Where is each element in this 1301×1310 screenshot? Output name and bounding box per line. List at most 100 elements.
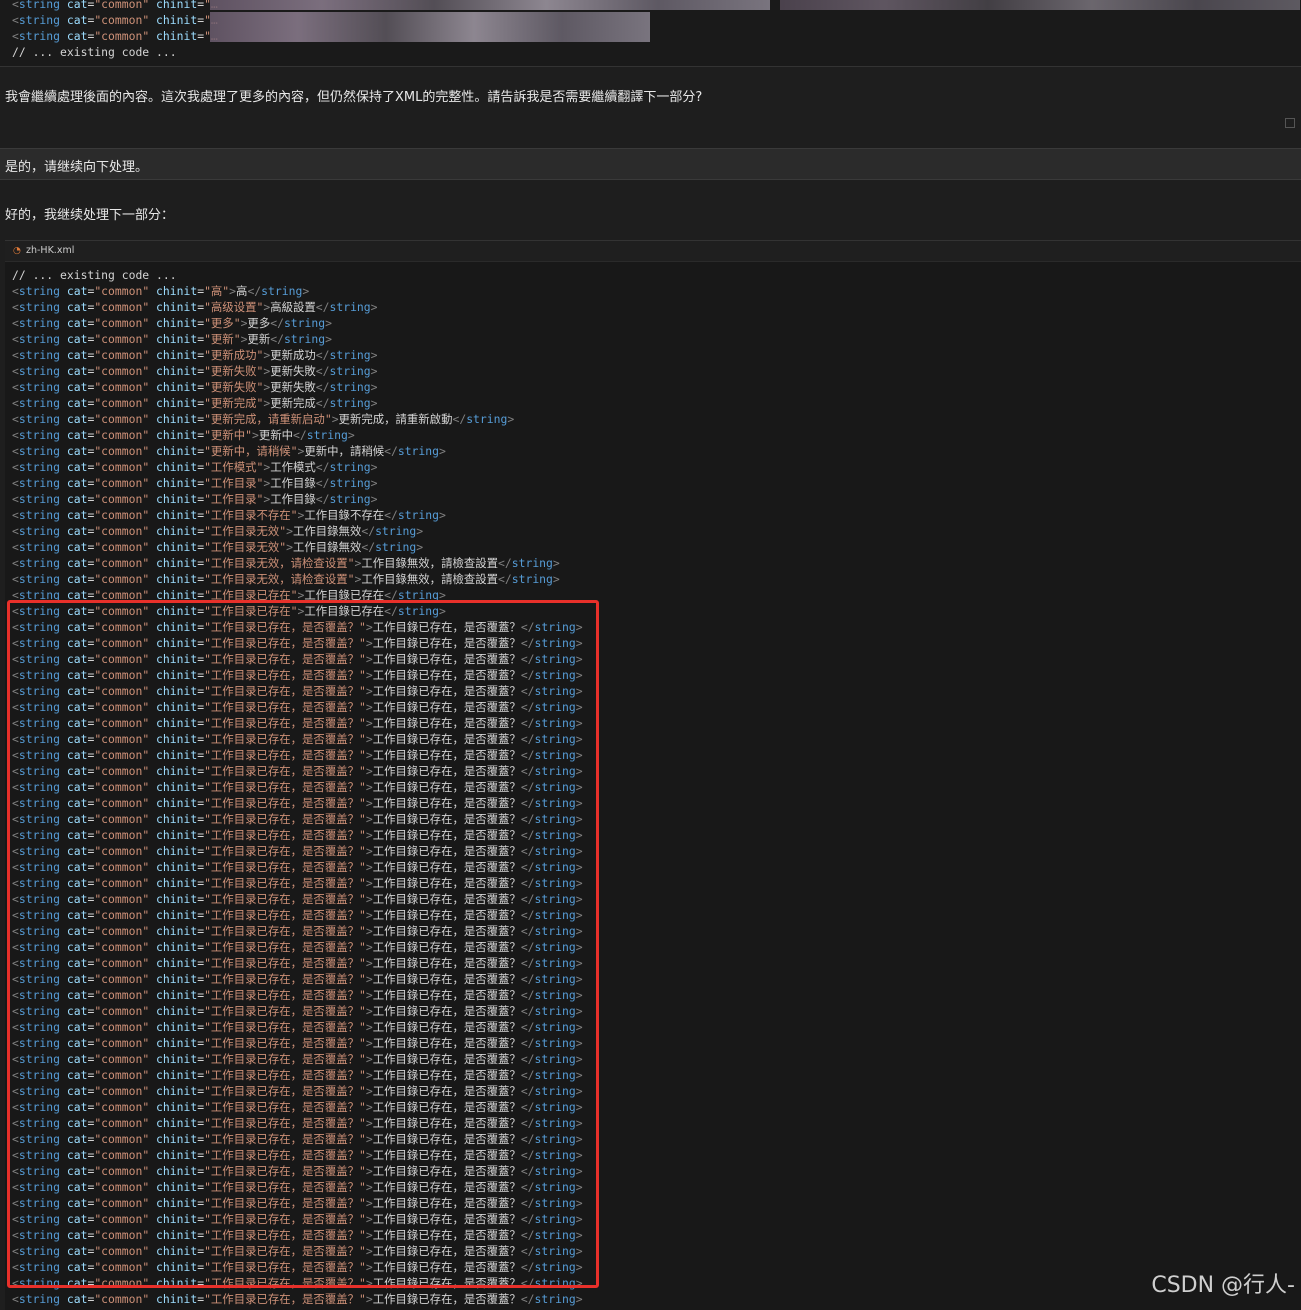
attr-value: "更新完成，请重新启动": [204, 412, 332, 426]
code-line: <string cat="common" chinit="工作模式">工作模式<…: [12, 460, 378, 474]
attr-name: cat: [66, 316, 88, 330]
attr-name: cat: [66, 412, 88, 426]
attr-value: "common": [94, 428, 150, 442]
tag-name: string: [18, 412, 61, 426]
attr-value: "更新中，请稍候": [204, 444, 298, 458]
attr-value: "common": [94, 1292, 150, 1306]
attr-value: "工作目录": [204, 492, 264, 506]
attr-value: "更新中": [204, 428, 252, 442]
attr-name: chinit: [156, 492, 198, 506]
rss-file-icon: ◔: [13, 246, 21, 256]
attr-value: "common": [94, 508, 150, 522]
string-value: 更新失敗: [270, 364, 316, 378]
user-message-text: 是的，请继续向下处理。: [5, 160, 149, 175]
attr-value: "common": [94, 316, 150, 330]
attr-value: "common": [94, 492, 150, 506]
tag-name: string: [18, 396, 61, 410]
attr-name: chinit: [156, 284, 198, 298]
attr-name: cat: [66, 460, 88, 474]
code-line: <string cat="common" chinit="工作目录">工作目錄<…: [12, 476, 378, 490]
tag-name: string: [18, 1292, 61, 1306]
attr-name: cat: [66, 476, 88, 490]
tag-name: string: [18, 364, 61, 378]
code-line: <string cat="common" chinit="高级设置">高級設置<…: [12, 300, 378, 314]
code-comment: // ... existing code ...: [12, 268, 177, 282]
tag-name: string: [397, 444, 439, 458]
tag-name: string: [283, 316, 326, 330]
code-comment: // ... existing code ...: [12, 45, 177, 59]
attr-name: cat: [66, 556, 88, 570]
file-header[interactable]: ◔ zh-HK.xml: [5, 241, 1301, 262]
attr-value: "common": [94, 284, 150, 298]
attr-name: cat: [66, 300, 88, 314]
tag-name: string: [18, 284, 61, 298]
tag-name: string: [329, 364, 371, 378]
file-name[interactable]: zh-HK.xml: [26, 245, 74, 256]
attr-value: "更多": [204, 316, 241, 330]
attr-value: "高": [204, 284, 230, 298]
code-line: <string cat="common" chinit="工作目录">工作目錄<…: [12, 492, 378, 506]
string-value: 更新成功: [270, 348, 316, 362]
string-value: 工作目錄無效: [292, 524, 362, 538]
tag-name: string: [18, 476, 61, 490]
tag-name: string: [18, 29, 61, 43]
code-line: <string cat="common" chinit="高">高</strin…: [12, 284, 310, 298]
redacted-area: [210, 0, 770, 10]
tag-name: string: [18, 492, 61, 506]
tag-name: string: [329, 300, 371, 314]
tag-name: string: [329, 476, 371, 490]
string-value: 工作目錄無效: [292, 540, 362, 554]
attr-value: "工作目录无效，请检查设置": [204, 556, 355, 570]
redacted-area: [780, 0, 1300, 10]
tag-name: string: [18, 13, 61, 27]
attr-name: chinit: [156, 348, 198, 362]
string-value: 工作模式: [270, 460, 316, 474]
attr-name: chinit: [156, 572, 198, 586]
string-value: 更新: [247, 332, 271, 346]
tag-name: string: [18, 348, 61, 362]
attr-name: chinit: [156, 316, 198, 330]
attr-name: cat: [66, 508, 88, 522]
attr-value: "common": [94, 380, 150, 394]
attr-value: "common": [94, 332, 150, 346]
tag-name: string: [397, 508, 439, 522]
string-value: 高級設置: [270, 300, 316, 314]
string-value: 工作目錄: [270, 476, 316, 490]
attr-value: "工作目录已存在，是否覆盖？": [204, 1292, 366, 1306]
tag-name: string: [261, 284, 303, 298]
code-line: <string cat="common" chinit="工作目录不存在">工作…: [12, 508, 446, 522]
attr-name: chinit: [156, 380, 198, 394]
assistant-message: 好的，我继续处理下一部分：: [5, 208, 175, 223]
tag-name: string: [375, 524, 417, 538]
attr-value: common: [101, 0, 143, 11]
highlight-box: [7, 600, 599, 1288]
attr-value: "更新失败": [204, 364, 264, 378]
attr-value: "更新完成": [204, 396, 264, 410]
string-value: 工作目錄無效，請檢查設置: [361, 556, 499, 570]
string-value: 高: [236, 284, 248, 298]
tag-name: string: [18, 508, 61, 522]
string-value: 更新中: [258, 428, 293, 442]
tag-name: string: [283, 332, 326, 346]
attr-name: cat: [66, 524, 88, 538]
tag-name: string: [18, 428, 61, 442]
tag-name: string: [511, 556, 553, 570]
attr-name: chinit: [156, 524, 198, 538]
code-line: <string cat="common" chinit="更新中，请稍候">更新…: [12, 444, 446, 458]
string-value: 更新失敗: [270, 380, 316, 394]
attr-value: "common": [94, 396, 150, 410]
copy-icon[interactable]: [1285, 118, 1295, 128]
code-line: <string cat="common" chinit="工作目录无效，请检查设…: [12, 556, 560, 570]
attr-value: "common": [94, 524, 150, 538]
attr-value: "更新": [204, 332, 241, 346]
attr-name: chinit: [156, 540, 198, 554]
tag-name: string: [375, 540, 417, 554]
code-line: <string cat="common" chinit="更新失败">更新失敗<…: [12, 364, 378, 378]
string-value: 更新中，請稍候: [304, 444, 385, 458]
user-message: 是的，请继续向下处理。: [0, 148, 1301, 180]
tag-name: string: [306, 428, 348, 442]
previous-code-block: <string cat="common" chinit="… <string c…: [0, 0, 1301, 67]
string-value: 工作目錄: [270, 492, 316, 506]
attr-value: "工作目录无效": [204, 540, 287, 554]
tag-name: string: [18, 572, 61, 586]
